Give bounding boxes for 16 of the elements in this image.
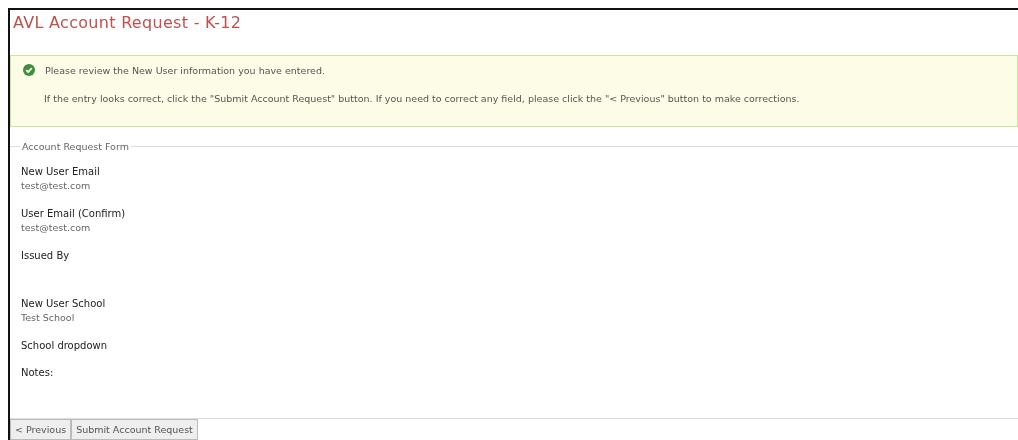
alert-detail: If the entry looks correct, click the "Submit Account Request" button. If you need to correct any field, please click the "< Previous" button to make corrections. — [43, 93, 801, 104]
field-value: Test School — [21, 311, 76, 325]
previous-button[interactable]: < Previous — [10, 419, 72, 440]
check-circle-icon — [23, 64, 35, 76]
field-label: School dropdown — [21, 339, 109, 353]
alert-message: Please review the New User information you have entered. — [45, 64, 325, 76]
field-value: test@test.com — [21, 221, 92, 235]
field-label: New User Email — [21, 165, 101, 179]
submit-button[interactable]: Submit Account Request — [71, 419, 198, 440]
form-legend: Account Request Form — [20, 141, 131, 152]
field-label: User Email (Confirm) — [21, 207, 127, 221]
page-title: AVL Account Request - K-12 — [12, 12, 243, 34]
field-label: New User School — [21, 297, 107, 311]
field-label: Issued By — [21, 249, 71, 263]
field-label: Notes: — [21, 366, 55, 380]
field-value: test@test.com — [21, 179, 92, 193]
